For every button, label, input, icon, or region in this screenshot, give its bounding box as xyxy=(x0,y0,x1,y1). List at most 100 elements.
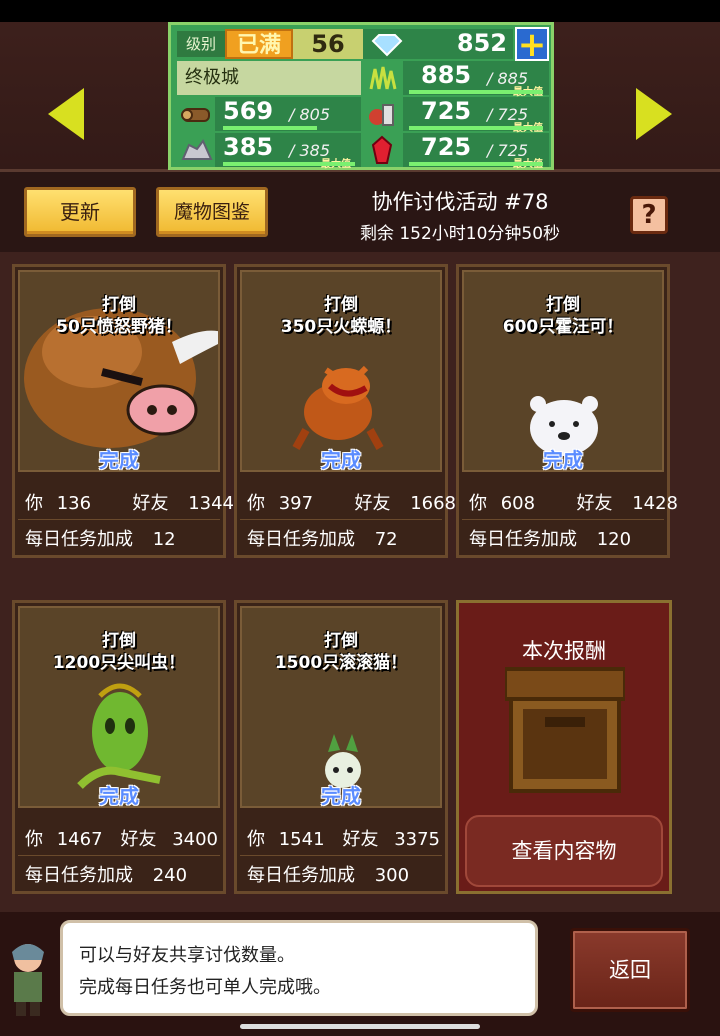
level-max-badge: 已满 xyxy=(225,29,293,59)
help-button[interactable]: ? xyxy=(630,196,668,234)
you-count: 608 xyxy=(500,493,536,514)
status-badge: 完成 xyxy=(99,448,139,472)
daily-bonus: 每日任务加成 120 xyxy=(469,525,631,551)
status-badge: 完成 xyxy=(321,784,361,808)
screaming-bug-icon xyxy=(77,683,161,789)
level-label: 级别 xyxy=(177,31,225,57)
you-label: 你 xyxy=(247,829,265,850)
quest-title-line1: 打倒 xyxy=(324,631,358,651)
tip-line-2: 完成每日任务也可单人完成哦。 xyxy=(79,977,331,998)
monster-book-button[interactable]: 魔物图鉴 xyxy=(156,187,268,237)
daily-label: 每日任务加成 xyxy=(247,865,355,886)
daily-count: 300 xyxy=(374,865,410,886)
friend-count: 1428 xyxy=(632,493,679,514)
quest-card[interactable]: 打倒 1200只尖叫虫！ 完成 你 1467 好友 3400 每日任务加成 240 xyxy=(12,600,226,894)
you-label: 你 xyxy=(247,493,265,514)
wood-box: 569 / 805 xyxy=(215,97,361,131)
friend-label: 好友 xyxy=(342,829,379,850)
kill-counts: 你 136 好友 1344 xyxy=(25,489,234,515)
gem-red-bar xyxy=(409,162,543,166)
gems-box: 852 xyxy=(411,29,513,59)
friend-count: 3375 xyxy=(394,829,441,850)
quest-card-image: 打倒 350只火蝾螈！ 完成 xyxy=(240,270,442,472)
quest-card[interactable]: 打倒 50只愤怒野猪！ 完成 你 136 好友 1344 每日任务加成 12 xyxy=(12,264,234,558)
ore-icon xyxy=(177,133,215,167)
food-current: 725 xyxy=(421,97,472,125)
quest-card-image: 打倒 1500只滚滚猫！ 完成 xyxy=(240,606,442,808)
quest-title-line2: 1500只滚滚猫！ xyxy=(274,653,408,673)
you-label: 你 xyxy=(25,493,43,514)
kill-counts: 你 608 好友 1428 xyxy=(469,489,678,515)
quest-card[interactable]: 打倒 1500只滚滚猫！ 完成 你 1541 好友 3375 每日任务加成 300 xyxy=(234,600,448,894)
daily-count: 12 xyxy=(152,529,176,550)
grass-icon xyxy=(363,61,401,95)
quest-title-line1: 打倒 xyxy=(546,295,580,315)
quest-title-line2: 600只霍汪可！ xyxy=(502,317,624,337)
next-arrow-icon[interactable] xyxy=(636,88,672,140)
quest-title: 打倒 1500只滚滚猫！ xyxy=(242,630,440,674)
back-button[interactable]: 返回 xyxy=(570,928,690,1012)
friend-count: 1668 xyxy=(410,493,457,514)
reward-card: 本次报酬 查看内容物 xyxy=(456,600,672,894)
npc-avatar xyxy=(12,944,44,1016)
quest-title: 打倒 600只霍汪可！ xyxy=(464,294,662,338)
divider xyxy=(240,855,442,856)
tip-line-1: 可以与好友共享讨伐数量。 xyxy=(79,945,295,966)
daily-label: 每日任务加成 xyxy=(25,529,133,550)
daily-bonus: 每日任务加成 12 xyxy=(25,525,176,551)
grass-box: 885 / 885 最大值 xyxy=(403,61,549,98)
daily-label: 每日任务加成 xyxy=(247,529,355,550)
reward-title: 本次报酬 xyxy=(522,639,606,663)
quest-title: 打倒 1200只尖叫虫！ xyxy=(20,630,218,674)
wood-bar xyxy=(223,126,317,130)
status-badge: 完成 xyxy=(99,784,139,808)
diamond-icon xyxy=(371,34,403,57)
kill-counts: 你 397 好友 1668 xyxy=(247,489,456,515)
prev-arrow-icon[interactable] xyxy=(48,88,84,140)
wood-max: / 805 xyxy=(289,105,331,124)
status-badge: 完成 xyxy=(321,448,361,472)
wood-icon xyxy=(177,97,215,131)
refresh-button[interactable]: 更新 xyxy=(24,187,136,237)
tip-bubble: 可以与好友共享讨伐数量。 完成每日任务也可单人完成哦。 xyxy=(60,920,538,1016)
add-gems-button[interactable]: + xyxy=(515,27,549,62)
grass-current: 885 xyxy=(421,61,472,89)
level-value: 56 xyxy=(293,29,363,59)
kill-counts: 你 1467 好友 3400 xyxy=(25,825,218,851)
food-icon xyxy=(363,97,401,131)
gems-count: 852 xyxy=(456,29,507,57)
food-bar xyxy=(409,126,543,130)
you-count: 136 xyxy=(56,493,92,514)
quest-title-line1: 打倒 xyxy=(102,295,136,315)
wood-current: 569 xyxy=(223,97,274,125)
status-badge: 完成 xyxy=(543,448,583,472)
divider xyxy=(240,519,442,520)
friend-label: 好友 xyxy=(120,829,157,850)
friend-label: 好友 xyxy=(354,493,391,514)
you-count: 1541 xyxy=(278,829,325,850)
divider xyxy=(18,855,220,856)
gem-red-box: 725 / 725 最大值 xyxy=(403,133,549,170)
quest-title-line2: 50只愤怒野猪！ xyxy=(56,317,182,337)
friend-label: 好友 xyxy=(132,493,169,514)
you-label: 你 xyxy=(469,493,487,514)
town-name: 终极城 xyxy=(177,61,361,95)
ore-current: 385 xyxy=(223,133,274,161)
home-indicator[interactable] xyxy=(240,1024,480,1029)
view-contents-button[interactable]: 查看内容物 xyxy=(465,815,663,887)
quest-title: 打倒 350只火蝾螈！ xyxy=(242,294,440,338)
ore-bar xyxy=(223,162,355,166)
treasure-chest-icon xyxy=(505,667,625,793)
quest-card-image: 打倒 600只霍汪可！ 完成 xyxy=(462,270,664,472)
event-remaining: 剩余 152小时10分钟50秒 xyxy=(359,224,561,244)
fire-salamander-icon xyxy=(292,365,384,450)
quest-title: 打倒 50只愤怒野猪！ xyxy=(20,294,218,338)
daily-bonus: 每日任务加成 240 xyxy=(25,861,187,887)
gem-red-icon xyxy=(363,133,401,167)
quest-card[interactable]: 打倒 350只火蝾螈！ 完成 你 397 好友 1668 每日任务加成 72 xyxy=(234,264,456,558)
you-count: 1467 xyxy=(56,829,103,850)
resource-panel: 级别 已满 56 852 + 终极城 569 / 805 385 / 385 最… xyxy=(168,22,554,170)
quest-card[interactable]: 打倒 600只霍汪可！ 完成 你 608 好友 1428 每日任务加成 120 xyxy=(456,264,678,558)
quest-title-line1: 打倒 xyxy=(324,295,358,315)
kill-counts: 你 1541 好友 3375 xyxy=(247,825,440,851)
